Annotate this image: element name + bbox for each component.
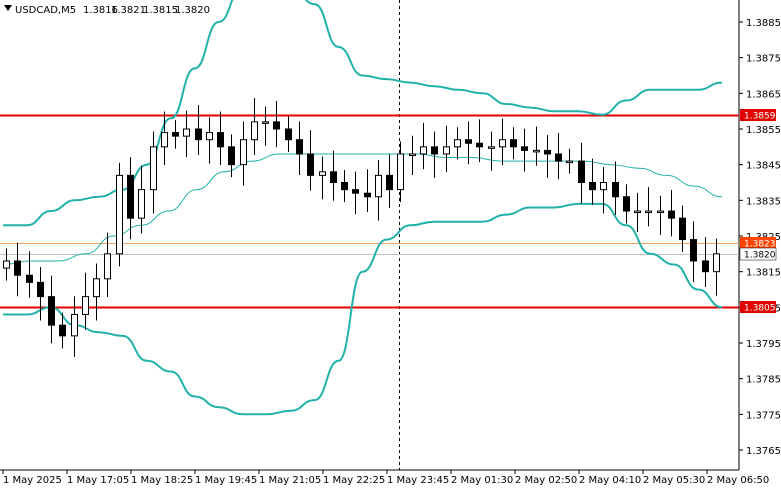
- ohlc-low: 1.3815: [143, 5, 178, 16]
- ohlc-high: 1.3821: [111, 5, 146, 16]
- candle-bull: [93, 278, 100, 298]
- candle-bear: [521, 146, 528, 151]
- candle-bear: [544, 149, 551, 155]
- candle-bear: [48, 296, 55, 326]
- support-price-tag-label: 1.3805: [744, 304, 776, 314]
- candle-bull: [375, 174, 382, 198]
- candle-bear: [510, 139, 517, 148]
- current-price-tag-label: 1.3820: [744, 251, 776, 261]
- candle-bull: [420, 146, 427, 155]
- candle-bear: [623, 196, 630, 212]
- candle-bull: [161, 132, 168, 148]
- price-chart[interactable]: 1.3885 1.3875 1.3865 1.3855 1.3845 1.3835 1.38…: [0, 0, 781, 489]
- candle-bear: [589, 182, 596, 191]
- candle-bull: [104, 253, 111, 280]
- candle-bull: [634, 210, 641, 214]
- x-tick-label: 1 May 21:05: [259, 475, 321, 486]
- symbol-label: USDCAD,M5: [15, 5, 76, 16]
- candle-bull: [183, 128, 190, 137]
- x-tick-label: 1 May 22:25: [323, 475, 385, 486]
- candle-bear: [386, 174, 393, 191]
- y-tick-label: 1.3845: [746, 161, 781, 172]
- candle-bear: [364, 192, 371, 198]
- candle-bear: [679, 217, 686, 241]
- y-tick-label: 1.3785: [746, 375, 781, 386]
- candle-bear: [476, 142, 483, 148]
- x-tick-label: 1 May 17:05: [67, 475, 129, 486]
- candle-bull: [645, 210, 652, 214]
- candle-bear: [702, 260, 709, 273]
- candle-bear: [273, 121, 280, 130]
- candle-bear: [127, 174, 134, 219]
- candle-bear: [59, 324, 66, 337]
- candle-bull: [657, 210, 664, 214]
- candle-bear: [285, 128, 292, 141]
- candle-bull: [262, 121, 269, 124]
- candle-bear: [217, 132, 224, 148]
- y-tick-label: 1.3865: [746, 89, 781, 100]
- candle-bull: [319, 171, 326, 176]
- candle-bull: [3, 260, 10, 269]
- x-tick-label: 2 May 02:50: [515, 475, 577, 486]
- candle-bear: [195, 128, 202, 141]
- candle-bull: [71, 313, 78, 337]
- y-tick-label: 1.3775: [746, 410, 781, 421]
- candle-bull: [499, 139, 506, 148]
- y-tick-label: 1.3885: [746, 18, 781, 29]
- x-tick-label: 2 May 06:50: [707, 475, 769, 486]
- candle-bear: [431, 146, 438, 155]
- candle-bull: [206, 132, 213, 141]
- candle-bear: [172, 132, 179, 137]
- candle-bull: [488, 146, 495, 149]
- candle-bull: [600, 182, 607, 191]
- candle-bull: [138, 189, 145, 219]
- candle-bear: [690, 239, 697, 262]
- candle-bear: [352, 189, 359, 194]
- x-tick-label: 1 May 23:45: [387, 475, 449, 486]
- candle-bull: [116, 174, 123, 255]
- x-tick-label: 2 May 04:10: [579, 475, 641, 486]
- x-tick-label: 1 May 19:45: [195, 475, 257, 486]
- candle-bull: [566, 160, 573, 164]
- candle-bull: [454, 139, 461, 148]
- candle-bear: [341, 182, 348, 191]
- resistance-price-tag-label: 1.3859: [744, 112, 776, 122]
- candle-bear: [578, 160, 585, 184]
- candle-bull: [240, 139, 247, 166]
- candle-bull: [409, 153, 416, 156]
- y-tick-label: 1.3855: [746, 125, 781, 136]
- x-tick-label: 1 May 2025: [3, 475, 62, 486]
- y-tick-label: 1.3835: [746, 196, 781, 207]
- y-tick-label: 1.3815: [746, 268, 781, 279]
- candle-bear: [14, 260, 21, 276]
- y-tick-label: 1.3875: [746, 54, 781, 65]
- candle-bull: [82, 296, 89, 315]
- candle-bear: [668, 210, 675, 219]
- candle-bull: [150, 146, 157, 191]
- x-tick-label: 1 May 18:25: [131, 475, 193, 486]
- candle-bull: [713, 253, 720, 273]
- candle-bear: [37, 281, 44, 298]
- candle-bear: [307, 153, 314, 176]
- candle-bull: [533, 149, 540, 153]
- y-tick-label: 1.3795: [746, 339, 781, 350]
- ohlc-close: 1.3820: [175, 5, 210, 16]
- candle-bear: [26, 274, 33, 283]
- candle-bull: [443, 146, 450, 155]
- candle-bear: [330, 171, 337, 184]
- candle-bull: [251, 121, 258, 141]
- candle-bear: [555, 153, 562, 162]
- candle-bull: [397, 153, 404, 191]
- x-tick-label: 2 May 05:30: [643, 475, 705, 486]
- y-tick-label: 1.3765: [746, 446, 781, 457]
- candle-bear: [465, 139, 472, 144]
- candle-bear: [612, 182, 619, 198]
- candle-bear: [296, 139, 303, 155]
- candle-bear: [228, 146, 235, 166]
- x-tick-label: 2 May 01:30: [451, 475, 513, 486]
